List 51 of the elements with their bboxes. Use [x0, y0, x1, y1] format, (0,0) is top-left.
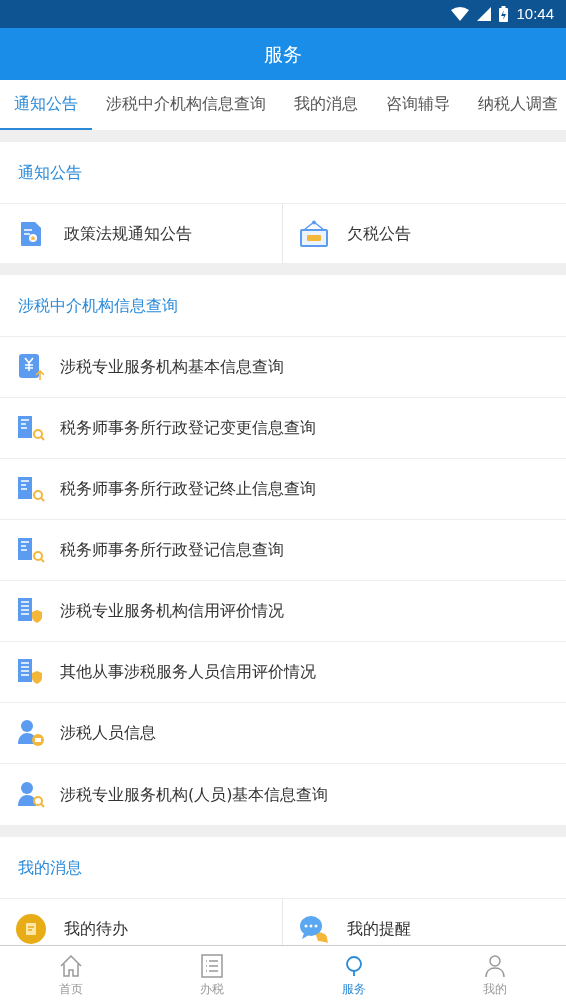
section-title: 我的消息	[18, 856, 82, 879]
list-item[interactable]: 税务师事务所行政登记信息查询	[0, 520, 566, 581]
hanging-sign-icon	[299, 219, 329, 248]
tab[interactable]: 纳税人调查	[464, 80, 566, 130]
person-badge-icon	[17, 719, 45, 747]
item-label: 税务师事务所行政登记变更信息查询	[60, 417, 316, 439]
item-label: 涉税专业服务机构信用评价情况	[60, 600, 284, 622]
item-label: 涉税专业服务机构(人员)基本信息查询	[60, 783, 329, 806]
signal-icon	[477, 7, 492, 21]
tab[interactable]: 通知公告	[0, 80, 92, 130]
building-shield-icon	[17, 658, 45, 686]
home-icon	[58, 954, 83, 978]
item-label: 欠税公告	[347, 222, 411, 245]
item-label: 税务师事务所行政登记信息查询	[60, 539, 284, 561]
item-label: 涉税专业服务机构基本信息查询	[60, 356, 284, 378]
item-label: 政策法规通知公告	[64, 222, 192, 245]
building-search-icon	[17, 536, 45, 564]
building-search-icon	[17, 475, 45, 503]
wifi-icon	[451, 7, 470, 21]
building-search-icon	[17, 414, 45, 442]
list-item[interactable]: 税务师事务所行政登记变更信息查询	[0, 398, 566, 459]
list-item[interactable]: 涉税专业服务机构(人员)基本信息查询	[0, 764, 566, 825]
item-label: 我的提醒	[347, 917, 411, 940]
item-label: 税务师事务所行政登记终止信息查询	[60, 478, 316, 500]
section-title: 通知公告	[18, 161, 82, 184]
tab[interactable]: 涉税中介机构信息查询	[92, 80, 280, 130]
item-label: 我的待办	[64, 917, 128, 940]
item-label: 涉税人员信息	[60, 722, 156, 744]
list-item[interactable]: 涉税人员信息	[0, 703, 566, 764]
person-search-icon	[17, 780, 45, 809]
grid-item[interactable]: 政策法规通知公告	[0, 204, 283, 263]
grid-item[interactable]: 我的提醒	[283, 899, 566, 945]
tab[interactable]: 咨询辅导	[372, 80, 464, 130]
status-time: 10:44	[516, 3, 554, 24]
item-label: 其他从事涉税服务人员信用评价情况	[60, 661, 316, 683]
section-title: 涉税中介机构信息查询	[18, 294, 178, 317]
list-item[interactable]: 其他从事涉税服务人员信用评价情况	[0, 642, 566, 703]
yen-card-icon	[18, 353, 44, 381]
tab[interactable]: 我的消息	[280, 80, 372, 130]
battery-icon	[499, 6, 509, 22]
grid-item[interactable]: 欠税公告	[283, 204, 566, 263]
list-icon	[200, 954, 225, 978]
person-icon	[483, 954, 508, 978]
clipboard-circle-icon	[16, 913, 46, 944]
list-item[interactable]: 涉税专业服务机构信用评价情况	[0, 581, 566, 642]
nav-tab[interactable]: 服务	[283, 946, 425, 1006]
list-item[interactable]: 涉税专业服务机构基本信息查询	[0, 337, 566, 398]
list-item[interactable]: 税务师事务所行政登记终止信息查询	[0, 459, 566, 520]
header-title: 服务	[264, 41, 302, 67]
building-shield-icon	[17, 597, 45, 625]
document-star-icon	[20, 220, 42, 247]
